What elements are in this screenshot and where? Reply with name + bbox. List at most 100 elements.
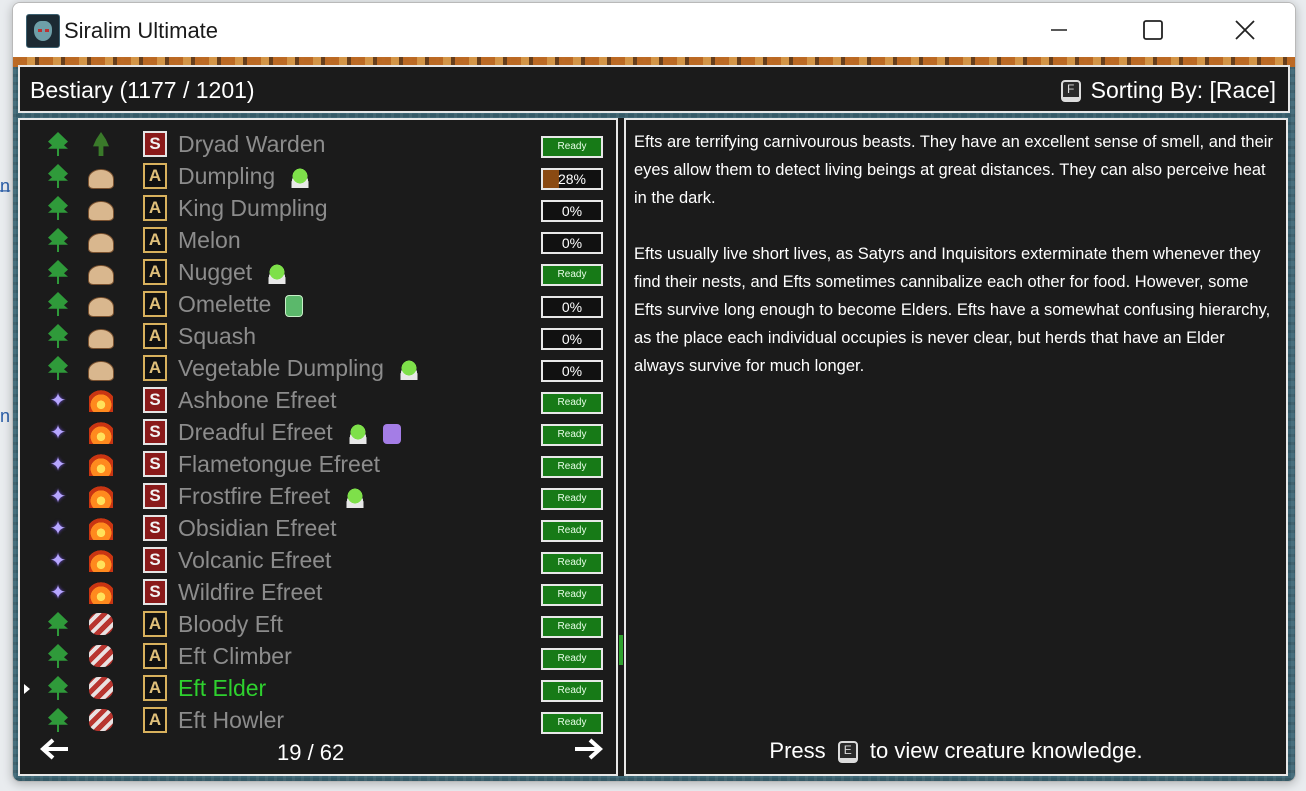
- creature-row[interactable]: ✦ S Flametongue Efreet Ready: [20, 448, 616, 480]
- description-paragraph: Efts are terrifying carnivourous beasts.…: [634, 133, 1273, 207]
- creature-name: Frostfire Efreet: [178, 483, 331, 509]
- ghost-icon: [382, 423, 401, 444]
- slime-icon: [289, 167, 312, 188]
- nature-realm-icon: [45, 259, 71, 285]
- minimize-button[interactable]: [1013, 3, 1105, 57]
- creature-row[interactable]: A Squash 0%: [20, 320, 616, 352]
- creature-status: Ready: [541, 456, 603, 478]
- creature-status: Ready: [541, 648, 603, 670]
- nature-realm-icon: [45, 227, 71, 253]
- creature-row[interactable]: ✦ S Dreadful Efreet Ready: [20, 416, 616, 448]
- creature-row[interactable]: ✦ S Wildfire Efreet Ready: [20, 576, 616, 608]
- class-a-icon: A: [143, 195, 167, 221]
- sorcery-realm-icon: ✦: [49, 485, 67, 508]
- class-a-icon: A: [143, 291, 167, 317]
- minimize-icon: [1051, 29, 1067, 31]
- creature-row[interactable]: A Vegetable Dumpling 0%: [20, 352, 616, 384]
- class-a-icon: A: [143, 707, 167, 733]
- creature-name: Nugget: [178, 259, 253, 285]
- creature-status: Ready: [541, 424, 603, 446]
- creature-row[interactable]: A King Dumpling 0%: [20, 192, 616, 224]
- bottle-icon: [285, 294, 304, 317]
- creature-status: Ready: [541, 584, 603, 606]
- class-a-icon: A: [143, 675, 167, 701]
- creature-row[interactable]: A Melon 0%: [20, 224, 616, 256]
- description-paragraph: Efts usually live short lives, as Satyrs…: [634, 245, 1271, 375]
- close-icon: [1235, 20, 1255, 40]
- class-a-icon: A: [143, 163, 167, 189]
- creature-name: Vegetable Dumpling: [178, 355, 384, 381]
- eft-race-icon: [88, 707, 114, 733]
- creature-row[interactable]: A Eft Elder Ready: [20, 672, 616, 704]
- creature-row[interactable]: A Omelette 0%: [20, 288, 616, 320]
- eft-race-icon: [88, 643, 114, 669]
- maximize-button[interactable]: [1107, 3, 1199, 57]
- class-a-icon: A: [143, 611, 167, 637]
- creature-status: Ready: [541, 520, 603, 542]
- class-s-icon: S: [143, 387, 167, 413]
- creature-name: Bloody Eft: [178, 611, 283, 637]
- nature-realm-icon: [45, 163, 71, 189]
- list-scrollbar-thumb[interactable]: [619, 635, 623, 665]
- nature-realm-icon: [45, 323, 71, 349]
- creature-row[interactable]: ✦ S Frostfire Efreet Ready: [20, 480, 616, 512]
- eft-race-icon: [88, 675, 114, 701]
- app-icon: [26, 14, 60, 48]
- desktop-link-fragment: n: [0, 176, 11, 196]
- creature-status: Ready: [541, 488, 603, 510]
- bestiary-title: Bestiary (1177 / 1201): [30, 77, 255, 103]
- creature-status: Ready: [541, 680, 603, 702]
- knowledge-prompt-press: Press: [769, 738, 826, 763]
- desktop-link-fragment: n: [0, 406, 11, 426]
- creature-row[interactable]: A Dumpling 28%: [20, 160, 616, 192]
- class-s-icon: S: [143, 547, 167, 573]
- keycap-e-icon[interactable]: E: [837, 741, 858, 764]
- creature-name: Omelette: [178, 291, 272, 317]
- sort-control[interactable]: F Sorting By: [Race]: [1060, 77, 1276, 104]
- arrow-left-icon[interactable]: [40, 736, 70, 768]
- creature-name: Dryad Warden: [178, 131, 326, 157]
- knowledge-prompt: Press E to view creature knowledge.: [626, 738, 1286, 764]
- sorcery-realm-icon: ✦: [49, 421, 67, 444]
- creature-status: 0%: [541, 200, 603, 222]
- knowledge-prompt-text: to view creature knowledge.: [869, 738, 1143, 763]
- close-button[interactable]: [1199, 3, 1291, 57]
- creature-row[interactable]: S Dryad Warden Ready: [20, 128, 616, 160]
- creature-name: Flametongue Efreet: [178, 451, 381, 477]
- nature-realm-icon: [45, 707, 71, 733]
- slime-icon: [344, 487, 367, 508]
- class-a-icon: A: [143, 643, 167, 669]
- creature-name: Melon: [178, 227, 241, 253]
- creature-status: Ready: [541, 392, 603, 414]
- creature-row[interactable]: A Bloody Eft Ready: [20, 608, 616, 640]
- sorcery-realm-icon: ✦: [49, 453, 67, 476]
- creature-row[interactable]: A Nugget Ready: [20, 256, 616, 288]
- class-s-icon: S: [143, 579, 167, 605]
- class-a-icon: A: [143, 355, 167, 381]
- bestiary-header: Bestiary (1177 / 1201) F Sorting By: [Ra…: [18, 65, 1290, 113]
- creature-row[interactable]: A Eft Climber Ready: [20, 640, 616, 672]
- class-s-icon: S: [143, 515, 167, 541]
- creature-row[interactable]: ✦ S Obsidian Efreet Ready: [20, 512, 616, 544]
- creature-row[interactable]: ✦ S Ashbone Efreet Ready: [20, 384, 616, 416]
- arrow-right-icon[interactable]: [573, 736, 603, 768]
- class-s-icon: S: [143, 483, 167, 509]
- creature-row[interactable]: ✦ S Volcanic Efreet Ready: [20, 544, 616, 576]
- nature-realm-icon: [45, 611, 71, 637]
- creature-description: Efts are terrifying carnivourous beasts.…: [634, 128, 1274, 408]
- creature-row[interactable]: A Eft Howler Ready: [20, 704, 616, 736]
- creature-name: Dumpling: [178, 163, 276, 189]
- creature-status: 0%: [541, 296, 603, 318]
- maximize-icon: [1143, 20, 1163, 40]
- dumpling-race-icon: [88, 355, 114, 381]
- slime-icon: [266, 263, 289, 284]
- title-bar: Siralim Ultimate: [13, 3, 1295, 57]
- class-a-icon: A: [143, 323, 167, 349]
- efreet-race-icon: [88, 515, 114, 541]
- creature-status: Ready: [541, 264, 603, 286]
- class-s-icon: S: [143, 451, 167, 477]
- class-s-icon: S: [143, 131, 167, 157]
- nature-realm-icon: [45, 195, 71, 221]
- app-window: Siralim Ultimate Bestiary (1177 / 1201) …: [12, 2, 1296, 782]
- dumpling-race-icon: [88, 227, 114, 253]
